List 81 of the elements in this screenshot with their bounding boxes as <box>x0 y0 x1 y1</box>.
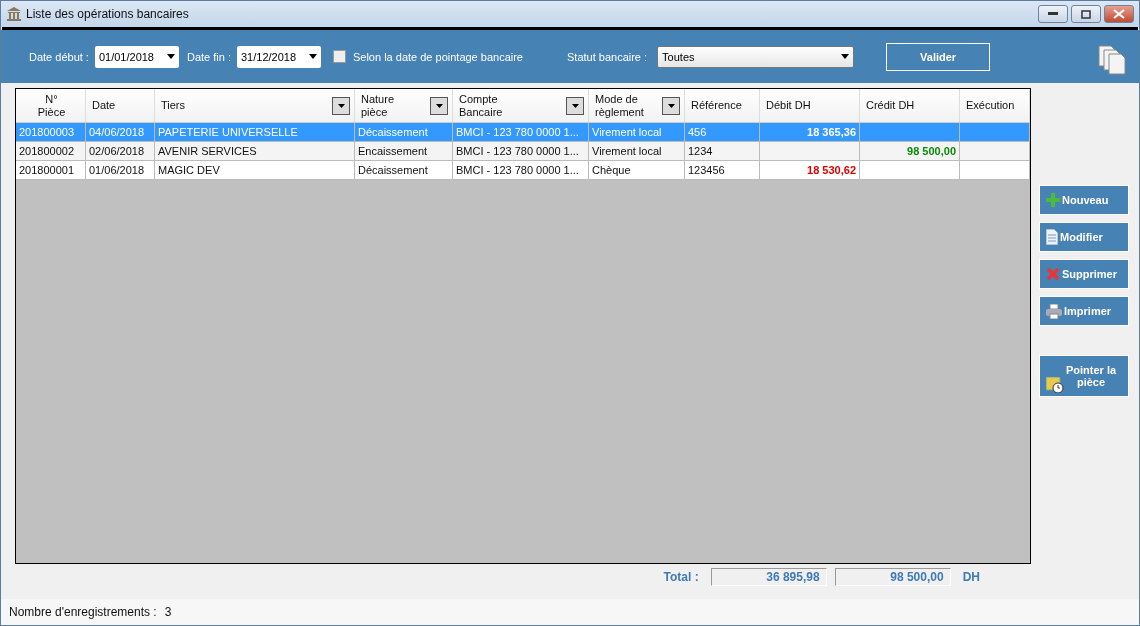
caret-icon <box>435 103 443 108</box>
column-header[interactable]: N° Pièce <box>16 89 86 122</box>
debit-total-field: 36 895,98 <box>710 568 827 586</box>
filter-dropdown-button[interactable] <box>662 96 680 115</box>
column-header[interactable]: Crédit DH <box>860 89 960 122</box>
close-icon <box>1113 9 1125 19</box>
caret-icon <box>166 54 175 59</box>
table-cell: 04/06/2018 <box>86 123 155 141</box>
filter-dropdown-button[interactable] <box>430 96 448 115</box>
caret-icon <box>571 103 579 108</box>
table-cell: BMCI - 123 780 0000 1... <box>453 142 589 160</box>
table-cell: Décaissement <box>355 161 453 179</box>
filter-dropdown-button[interactable] <box>566 96 584 115</box>
record-count-label: Nombre d'enregistrements : <box>9 605 157 619</box>
checkbox[interactable] <box>332 50 346 63</box>
table-cell: BMCI - 123 780 0000 1... <box>453 123 589 141</box>
column-header[interactable]: Compte Bancaire <box>453 89 589 122</box>
table-cell: 01/06/2018 <box>86 161 155 179</box>
column-header[interactable]: Référence <box>685 89 760 122</box>
maximize-icon <box>1081 9 1091 19</box>
caret-icon <box>667 103 675 108</box>
total-label: Total : <box>663 570 699 584</box>
table-row[interactable]: 201800001 01/06/2018 MAGIC DEV Décaissement BMCI - 123 780 0000 1... Chèque 123456 18 530,62 <box>16 161 1030 180</box>
printer-icon <box>1046 303 1062 319</box>
checkbox-label: Selon la date de pointage bancaire <box>352 50 523 63</box>
add-button[interactable]: Nouveau <box>1039 185 1129 215</box>
table-cell: 123456 <box>685 161 760 179</box>
table-cell: 201800003 <box>16 123 86 141</box>
table-cell: Chèque <box>589 161 685 179</box>
table-cell: 1234 <box>685 142 760 160</box>
window-title: Liste des opérations bancaires <box>26 7 189 21</box>
table-cell: 18 530,62 <box>760 161 860 179</box>
caret-icon <box>337 103 345 108</box>
currency-label: DH <box>962 570 980 584</box>
table-cell: BMCI - 123 780 0000 1... <box>453 161 589 179</box>
documents-icon[interactable] <box>1097 43 1129 76</box>
column-header[interactable]: Tiers <box>155 89 355 122</box>
table-cell: 201800001 <box>16 161 86 179</box>
delete-button[interactable]: Supprimer <box>1039 259 1129 289</box>
table-cell: MAGIC DEV <box>155 161 355 179</box>
table-cell: AVENIR SERVICES <box>155 142 355 160</box>
record-count: 3 <box>164 605 172 619</box>
bank-icon <box>6 7 22 21</box>
close-button[interactable] <box>1104 5 1134 23</box>
caret-icon <box>308 54 317 59</box>
print-button[interactable]: Imprimer <box>1039 296 1129 326</box>
edit-button[interactable]: Modifier <box>1039 222 1129 252</box>
maximize-button[interactable] <box>1071 5 1101 23</box>
date-picker[interactable]: 31/12/2018 <box>236 45 321 68</box>
table-cell: PAPETERIE UNIVERSELLE <box>155 123 355 141</box>
cross-icon <box>1046 267 1060 281</box>
table-cell: 98 500,00 <box>860 142 960 160</box>
point-button[interactable]: Pointer la pièce <box>1039 355 1129 397</box>
field-label: Statut bancaire : <box>567 50 648 63</box>
field-label: Date fin : <box>186 50 231 63</box>
plus-icon <box>1046 193 1060 207</box>
column-header[interactable]: Débit DH <box>760 89 860 122</box>
date-picker[interactable]: 01/01/2018 <box>94 45 179 68</box>
validate-button[interactable]: Valider <box>886 42 991 71</box>
table-cell: Décaissement <box>355 123 453 141</box>
column-header[interactable]: Exécution <box>960 89 1030 122</box>
table-cell: Virement local <box>589 123 685 141</box>
table-cell: 18 365,36 <box>760 123 860 141</box>
table-cell: Virement local <box>589 142 685 160</box>
column-header[interactable]: Nature pièce <box>355 89 453 122</box>
column-header[interactable]: Date <box>86 89 155 122</box>
minimize-icon <box>1048 12 1058 16</box>
column-header[interactable]: Mode de règlement <box>589 89 685 122</box>
caret-icon <box>841 54 850 59</box>
filter-dropdown-button[interactable] <box>332 96 350 115</box>
table-cell: Encaissement <box>355 142 453 160</box>
field-label: Date début : <box>29 50 89 63</box>
minimize-button[interactable] <box>1038 5 1068 23</box>
table-row[interactable]: 201800002 02/06/2018 AVENIR SERVICES Encaissement BMCI - 123 780 0000 1... Virement local 1234 98 500,00 <box>16 142 1030 161</box>
table-cell: 456 <box>685 123 760 141</box>
status-dropdown[interactable]: Toutes <box>657 45 855 68</box>
document-icon <box>1046 229 1058 245</box>
table-cell: 201800002 <box>16 142 86 160</box>
calendar-clock-icon <box>1046 377 1064 393</box>
credit-total-field: 98 500,00 <box>834 568 951 586</box>
table-cell: 02/06/2018 <box>86 142 155 160</box>
